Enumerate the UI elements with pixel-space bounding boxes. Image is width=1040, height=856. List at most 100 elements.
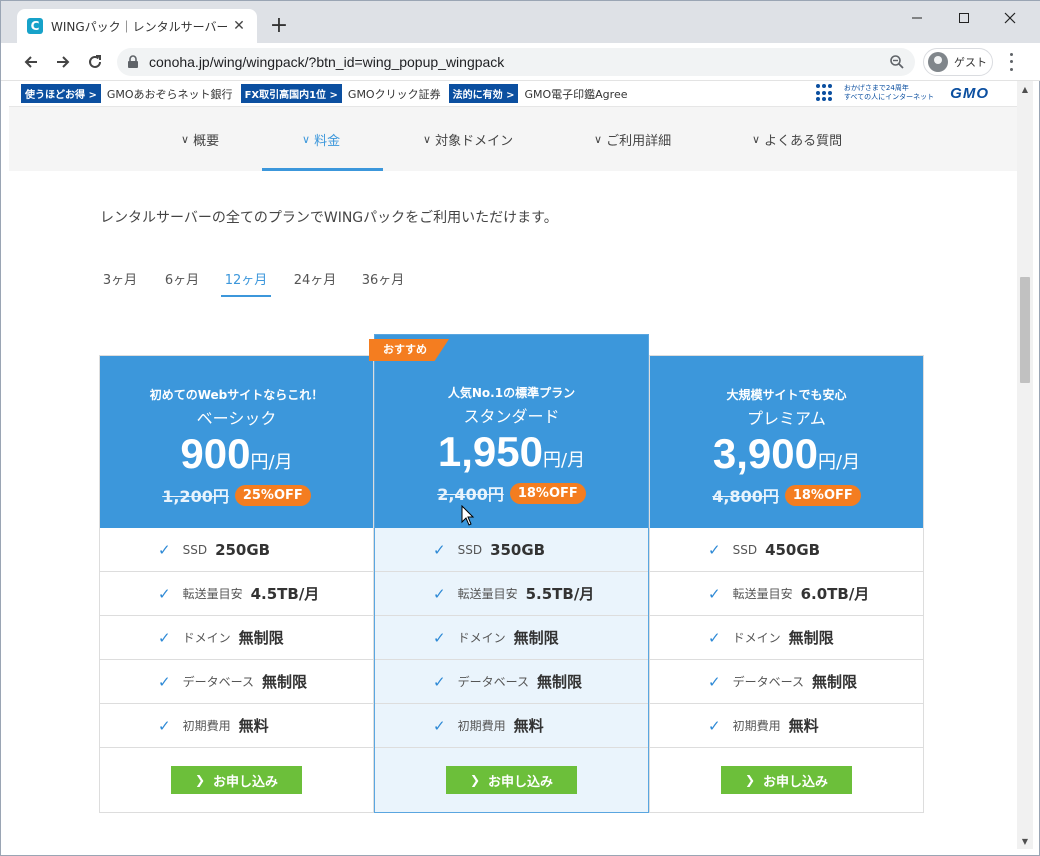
maximize-button[interactable] xyxy=(941,5,987,31)
period-tab-active[interactable]: 12ヶ月 xyxy=(221,269,271,297)
lock-icon xyxy=(128,55,138,68)
conoha-favicon-icon: C xyxy=(27,18,43,34)
minimize-button[interactable] xyxy=(894,5,940,31)
nav-item-details[interactable]: ∨ ご利用詳細 xyxy=(594,107,671,171)
gmo-service-link[interactable]: GMOクリック証券 xyxy=(348,86,441,102)
feature-row: ✓ SSD 350GB xyxy=(375,528,648,572)
gmo-service-link[interactable]: GMOあおぞらネット銀行 xyxy=(107,86,233,102)
nav-item-faq[interactable]: ∨ よくある質問 xyxy=(752,107,842,171)
feature-row: ✓ 初期費用 無料 xyxy=(100,704,373,748)
scroll-down-arrow-icon[interactable]: ▼ xyxy=(1017,833,1033,849)
chevron-down-icon: ∨ xyxy=(594,132,603,146)
nav-item-overview[interactable]: ∨ 概要 xyxy=(181,107,219,171)
nav-item-domains[interactable]: ∨ 対象ドメイン xyxy=(423,107,513,171)
feature-row: ✓ ドメイン 無制限 xyxy=(100,616,373,660)
chevron-down-icon: ∨ xyxy=(302,132,311,146)
plan-card-premium: 大規模サイトでも安心 プレミアム 3,900円/月 4,800円 18%OFF … xyxy=(649,355,924,813)
scrollbar-thumb[interactable] xyxy=(1020,277,1030,383)
profile-label: ゲスト xyxy=(954,56,987,69)
tab-close-icon[interactable]: ✕ xyxy=(231,18,247,34)
feature-row: ✓ SSD 250GB xyxy=(100,528,373,572)
mouse-cursor-icon xyxy=(461,505,475,526)
active-nav-underline xyxy=(262,168,383,171)
check-icon: ✓ xyxy=(708,716,721,735)
check-icon: ✓ xyxy=(708,628,721,647)
period-tab[interactable]: 24ヶ月 xyxy=(292,269,338,297)
old-price: 1,200円 xyxy=(162,487,229,506)
check-icon: ✓ xyxy=(433,672,446,691)
grid-dots-icon[interactable] xyxy=(815,84,834,102)
page-viewport: 使うほどお得 > GMOあおぞらネット銀行 FX取引高国内1位 > GMOクリッ… xyxy=(9,81,1017,849)
price-unit: 円/月 xyxy=(818,452,861,473)
chevron-down-icon: ∨ xyxy=(181,132,190,146)
plan-card-standard: 人気No.1の標準プラン スタンダード 1,950円/月 2,400円 18%O… xyxy=(369,334,649,813)
feature-row: ✓ ドメイン 無制限 xyxy=(375,616,648,660)
page-scrollbar[interactable]: ▲ ▼ xyxy=(1017,81,1033,849)
check-icon: ✓ xyxy=(433,584,446,603)
price-value: 900 xyxy=(180,430,251,477)
check-icon: ✓ xyxy=(433,628,446,647)
maximize-icon xyxy=(959,13,969,23)
old-price: 4,800円 xyxy=(712,487,779,506)
profile-button[interactable]: ゲスト xyxy=(923,48,993,76)
reload-button[interactable] xyxy=(81,49,109,75)
check-icon: ✓ xyxy=(158,628,171,647)
apply-button[interactable]: ❯ お申し込み xyxy=(446,766,577,794)
feature-row: ✓ 初期費用 無料 xyxy=(375,704,648,748)
forward-arrow-icon xyxy=(57,56,70,68)
gmo-service-link[interactable]: GMO電子印鑑Agree xyxy=(524,86,627,102)
old-price: 2,400円 xyxy=(437,485,504,504)
zoom-icon xyxy=(890,55,904,69)
check-icon: ✓ xyxy=(158,672,171,691)
check-icon: ✓ xyxy=(708,672,721,691)
discount-badge: 18%OFF xyxy=(784,484,861,506)
apply-button[interactable]: ❯ お申し込み xyxy=(721,766,852,794)
browser-tab[interactable]: C WINGパック｜レンタルサーバーならCo ✕ xyxy=(17,9,257,43)
feature-row: ✓ 転送量目安 5.5TB/月 xyxy=(375,572,648,616)
url-text[interactable]: conoha.jp/wing/wingpack/?btn_id=wing_pop… xyxy=(149,54,889,70)
tab-title: WINGパック｜レンタルサーバーならCo xyxy=(51,19,227,34)
gmo-logo[interactable]: GMO xyxy=(950,85,989,102)
tab-strip: C WINGパック｜レンタルサーバーならCo ✕ + xyxy=(1,1,1040,43)
nav-item-pricing[interactable]: ∨ 料金 xyxy=(302,107,340,171)
minimize-icon xyxy=(912,17,922,19)
feature-row: ✓ データベース 無制限 xyxy=(100,660,373,704)
check-icon: ✓ xyxy=(708,584,721,603)
gmo-badge[interactable]: FX取引高国内1位 > xyxy=(240,84,342,103)
plan-price: 1,950円/月 xyxy=(375,431,648,473)
check-icon: ✓ xyxy=(158,584,171,603)
apply-button[interactable]: ❯ お申し込み xyxy=(171,766,302,794)
plan-name: ベーシック xyxy=(196,409,277,428)
browser-window: C WINGパック｜レンタルサーバーならCo ✕ + conoha.jp/win… xyxy=(0,0,1040,856)
period-tab[interactable]: 3ヶ月 xyxy=(100,269,140,297)
back-button[interactable] xyxy=(17,49,45,75)
section-nav: ∨ 概要 ∨ 料金 ∨ 対象ドメイン ∨ ご利用詳細 ∨ よくある質問 xyxy=(9,107,1017,171)
gmo-badge[interactable]: 使うほどお得 > xyxy=(21,84,101,103)
plan-header: 人気No.1の標準プラン スタンダード 1,950円/月 2,400円 18%O… xyxy=(375,335,648,528)
gmo-badge[interactable]: 法的に有効 > xyxy=(448,84,519,103)
chevron-right-icon: ❯ xyxy=(744,773,756,787)
period-tab[interactable]: 6ヶ月 xyxy=(162,269,202,297)
new-tab-button[interactable]: + xyxy=(269,13,289,39)
scroll-up-arrow-icon[interactable]: ▲ xyxy=(1017,81,1033,97)
chevron-right-icon: ❯ xyxy=(469,773,481,787)
feature-row: ✓ データベース 無制限 xyxy=(375,660,648,704)
feature-row: ✓ 初期費用 無料 xyxy=(650,704,923,748)
close-icon xyxy=(1004,12,1016,24)
price-value: 3,900 xyxy=(712,430,819,477)
plan-tagline: 大規模サイトでも安心 xyxy=(726,388,847,402)
chevron-down-icon: ∨ xyxy=(423,132,432,146)
plan-name: スタンダード xyxy=(463,407,560,426)
discount-badge: 25%OFF xyxy=(234,484,311,506)
feature-row: ✓ ドメイン 無制限 xyxy=(650,616,923,660)
forward-button[interactable] xyxy=(49,49,77,75)
feature-row: ✓ 転送量目安 6.0TB/月 xyxy=(650,572,923,616)
close-window-button[interactable] xyxy=(987,5,1033,31)
plan-card-basic: 初めてのWebサイトならこれ！ ベーシック 900円/月 1,200円 25%O… xyxy=(99,355,374,813)
menu-kebab-icon[interactable] xyxy=(1003,51,1019,73)
address-bar[interactable]: conoha.jp/wing/wingpack/?btn_id=wing_pop… xyxy=(117,48,915,76)
check-icon: ✓ xyxy=(433,716,446,735)
check-icon: ✓ xyxy=(158,540,171,559)
period-tab[interactable]: 36ヶ月 xyxy=(360,269,406,297)
plan-header: 大規模サイトでも安心 プレミアム 3,900円/月 4,800円 18%OFF xyxy=(650,356,923,528)
